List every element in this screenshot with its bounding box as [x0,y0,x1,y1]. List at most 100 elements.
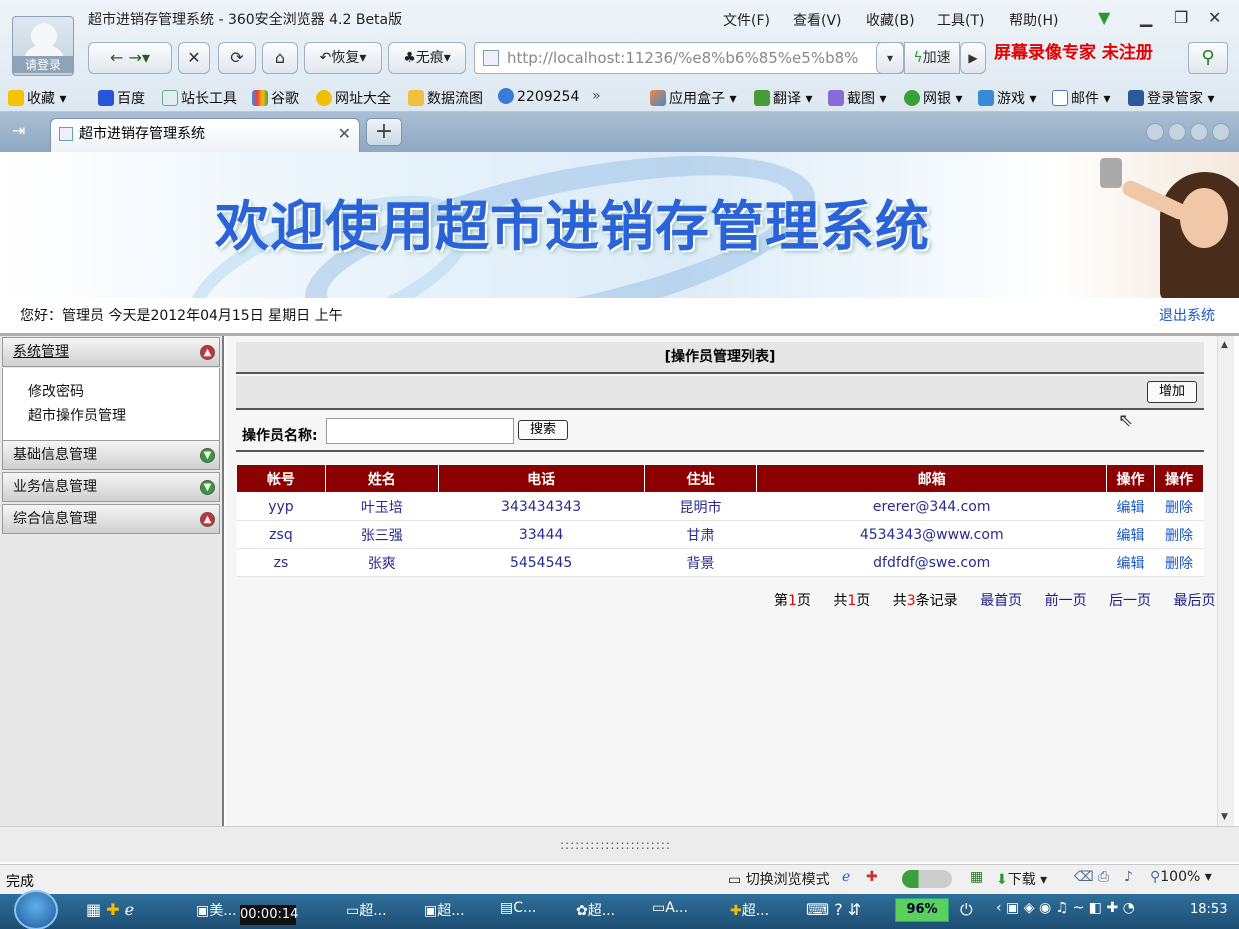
speaker-icon[interactable]: ♪ [1124,869,1133,885]
incognito-button[interactable]: ♣无痕▾ [388,42,466,74]
sidebar-section-general-info[interactable]: 综合信息管理 ▲ [2,504,220,534]
sidebar-item-change-password[interactable]: 修改密码 [28,381,84,401]
sidebar-section-system[interactable]: 系统管理 ▲ [2,337,220,367]
help-icon[interactable]: ? [834,900,843,919]
collapse-icon[interactable]: ▲ [200,512,215,527]
logout-link[interactable]: 退出系统 [1159,305,1215,325]
home-button[interactable]: ⌂ [262,42,298,74]
new-tab-button[interactable]: + [366,118,402,146]
ie-icon[interactable]: ℯ [842,869,850,885]
printer-icon[interactable]: ⎙ [1098,869,1109,885]
back-icon[interactable]: ← [110,48,123,67]
trash-icon[interactable]: ⌫ [1074,869,1094,885]
system-tray-icons[interactable]: ‹ ▣ ◈ ◉ ♫ ~ ◧ ✚ ◔ [996,900,1135,924]
speed-button[interactable]: ϟ加速 [904,42,960,74]
menu-view[interactable]: 查看(V) [793,10,842,30]
ime-icon[interactable]: ⇵ [848,900,861,919]
fav-mail[interactable]: 邮件 ▾ [1052,88,1110,108]
expand-icon[interactable]: ▼ [200,480,215,495]
fav-dataflow[interactable]: 数据流图 [408,88,483,108]
desktop-icon[interactable]: ▦ [86,900,101,919]
zoom-control[interactable]: ⚲100% ▾ [1150,869,1212,885]
vertical-scrollbar[interactable]: ▲ ▼ [1217,336,1234,826]
back-forward-button[interactable]: ← →▾ [88,42,172,74]
edit-link[interactable]: 编辑 [1106,492,1155,521]
address-dropdown[interactable]: ▾ [876,42,904,74]
prev-page-link[interactable]: 前一页 [1045,593,1087,609]
first-page-link[interactable]: 最首页 [980,593,1022,609]
delete-link[interactable]: 删除 [1154,520,1204,549]
collapse-icon[interactable]: ▲ [200,345,215,360]
refresh-button[interactable]: ⟳ [218,42,256,74]
search-submit-button[interactable]: 搜索 [518,420,568,440]
fav-games[interactable]: 游戏 ▾ [978,88,1036,108]
taskbar-item-browser[interactable]: ✚超... [730,900,769,924]
delete-link[interactable]: 删除 [1154,548,1204,577]
edit-link[interactable]: 编辑 [1106,520,1155,549]
quicklaunch-icons[interactable]: ▦ ✚ ℯ [86,900,134,924]
scroll-up-icon[interactable]: ▲ [1221,340,1228,350]
address-bar[interactable]: http://localhost:11236/%e8%b6%85%e5%b8% [474,42,904,74]
search-button[interactable]: ⚲ [1188,42,1228,74]
menu-help[interactable]: 帮助(H) [1009,10,1058,30]
add-button[interactable]: 增加 [1147,381,1197,403]
tab-scroll-left-icon[interactable] [1146,123,1164,141]
restore-button[interactable]: ↶恢复▾ [304,42,382,74]
stop-button[interactable]: ✕ [178,42,210,74]
skin-icon[interactable]: ▼ [1098,8,1110,27]
fav-bank[interactable]: 网银 ▾ [904,88,962,108]
fav-translate[interactable]: 翻译 ▾ [754,88,812,108]
close-window-icon[interactable]: ✕ [1208,8,1221,27]
fav-sites[interactable]: 网址大全 [316,88,391,108]
fav-more[interactable]: » [592,88,601,104]
fav-login-manager[interactable]: 登录管家 ▾ [1128,88,1214,108]
fav-collect[interactable]: 收藏 ▾ [8,88,66,108]
toggle-switch-icon[interactable] [902,870,952,888]
start-button[interactable] [14,890,58,929]
tray-left-icons[interactable]: ⌨ ? ⇵ [806,900,861,924]
download-button[interactable]: ⬇下载 ▾ [996,869,1047,889]
fav-screenshot[interactable]: 截图 ▾ [828,88,886,108]
fav-baidu[interactable]: 百度 [98,88,145,108]
expand-icon[interactable]: ▼ [200,448,215,463]
360-icon[interactable]: ✚ [106,900,119,919]
taskbar-item-folder2[interactable]: ▭A... [652,900,688,924]
edit-link[interactable]: 编辑 [1106,548,1155,577]
sidebar-toggle-icon[interactable]: ⇥ [12,121,25,140]
fav-2209254[interactable]: 2209254 [498,88,579,105]
menu-file[interactable]: 文件(F) [723,10,770,30]
go-button[interactable]: ▶ [960,42,986,74]
sidebar-section-basic-info[interactable]: 基础信息管理 ▼ [2,440,220,470]
tab-scroll-right-icon[interactable] [1168,123,1186,141]
close-tab-icon[interactable]: ✕ [338,119,351,149]
battery-indicator[interactable]: 96% [895,898,949,922]
fav-appbox[interactable]: 应用盒子 ▾ [650,88,736,108]
last-page-link[interactable]: 最后页 [1173,593,1215,609]
address-text[interactable]: http://localhost:11236/%e8%b6%85%e5%b8% [507,49,858,67]
login-avatar[interactable]: 请登录 [12,16,74,76]
power-icon[interactable]: ⏻ [960,900,973,924]
taskbar-item-word[interactable]: ▣美... [196,900,237,924]
ie-icon[interactable]: ℯ [125,900,134,919]
security-icon[interactable]: ✚ [866,869,878,885]
menu-favorites[interactable]: 收藏(B) [866,10,915,30]
tab-active[interactable]: 超市进销存管理系统 ✕ [50,118,360,152]
taskbar-item-console[interactable]: ▤C... [500,900,536,924]
keyboard-icon[interactable]: ⌨ [806,900,829,919]
menu-tools[interactable]: 工具(T) [937,10,984,30]
splitter-handle-icon[interactable]: :::::::::::::::::::::: [560,838,671,852]
tab-close-all-icon[interactable] [1212,123,1230,141]
fav-webmaster[interactable]: 站长工具 [162,88,237,108]
switch-mode-button[interactable]: ▭ 切换浏览模式 [728,869,830,889]
forward-icon[interactable]: →▾ [129,48,150,67]
operator-name-input[interactable] [326,418,514,444]
delete-link[interactable]: 删除 [1154,492,1204,521]
taskbar-item-word2[interactable]: ▣超... [424,900,465,924]
grid-icon[interactable]: ▦ [970,869,983,885]
login-label[interactable]: 请登录 [13,56,73,73]
fav-google[interactable]: 谷歌 [252,88,299,108]
taskbar-item-app[interactable]: ✿超... [576,900,615,924]
next-page-link[interactable]: 后一页 [1109,593,1151,609]
minimize-icon[interactable]: ▁ [1140,8,1152,27]
scroll-down-icon[interactable]: ▼ [1221,812,1228,822]
